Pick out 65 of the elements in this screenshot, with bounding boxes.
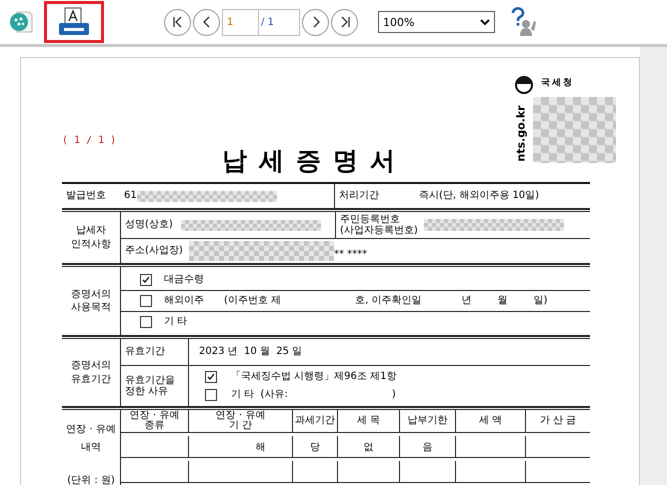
chevron-down-icon (480, 18, 490, 26)
section-label: 증명서의 (71, 360, 111, 372)
field-label: 유효기간을 (125, 374, 175, 386)
table-cell (293, 461, 338, 484)
zoom-select[interactable]: 100% (378, 11, 495, 33)
column-header: 과세기간 (293, 410, 338, 433)
section-label: 사용목적 (71, 302, 111, 314)
column-header: 납부기한 (400, 410, 456, 433)
page-field[interactable]: 1 / 1 (222, 8, 300, 36)
option-detail: 월 (497, 295, 508, 307)
table-cell: 해 (189, 436, 293, 458)
table-cell (338, 461, 400, 484)
section-label: 내역 (81, 442, 101, 453)
option-label: 대금수령 (164, 274, 205, 286)
option-detail: (이주번호 제 (224, 295, 282, 307)
document-app-icon[interactable] (8, 9, 34, 35)
field-label: 성명(상호) (125, 219, 173, 231)
column-header: 가 산 금 (526, 410, 590, 433)
reason-text: 「국세징수법 시행령」제96조 제1항 (231, 371, 396, 383)
field-label: 발급번호 (66, 190, 106, 202)
logo-organization: 국세청 (541, 77, 575, 89)
table-cell: 당 (293, 436, 338, 458)
column-header: 연장 · 유예 기 간 (189, 410, 293, 433)
last-page-button[interactable] (331, 8, 358, 36)
section-label: 증명서의 (71, 288, 111, 300)
scrollbar[interactable] (640, 47, 667, 485)
field-value: 2023 년 10 월 25 일 (199, 346, 302, 358)
option-detail: 호, 이주확인일 (355, 295, 422, 307)
section-label: 납세자 (76, 225, 106, 236)
first-icon (170, 15, 184, 29)
option-label: 기 타 (164, 316, 188, 328)
field-label: 정한 사유 (125, 386, 168, 398)
section-label: 연장 · 유예 (66, 424, 116, 436)
option-detail: 일) (533, 295, 548, 307)
column-header: 세 액 (456, 410, 526, 433)
field-label: (사업자등록번호) (340, 225, 418, 236)
column-header: 세 목 (338, 410, 400, 433)
field-label: 처리기간 (339, 190, 379, 202)
document-title: 납세증명서 (222, 145, 407, 177)
printer-icon (58, 7, 90, 37)
table-cell: 음 (400, 436, 456, 458)
table-cell (456, 436, 526, 458)
page-counter: ( 1 / 1 ) (62, 135, 116, 146)
field-value: 즉시(단, 해외이주용 10일) (419, 190, 540, 202)
table-cell: 없 (338, 436, 400, 458)
field-label: 주소(사업장) (125, 245, 183, 257)
option-label: 해외이주 (164, 295, 205, 307)
table-cell (400, 461, 456, 484)
help-icon[interactable] (509, 7, 539, 37)
section-label: 유효기간 (71, 374, 111, 385)
field-value: 61 (124, 190, 137, 202)
reason-text: 기 타 (사유: (231, 389, 288, 401)
field-value: ** **** (334, 249, 368, 261)
field-label: 유효기간 (125, 346, 165, 358)
unit-label: (단위 : 원) (67, 475, 115, 485)
first-page-button[interactable] (164, 8, 191, 36)
mascot-icon (515, 76, 533, 94)
section-label: 인적사항 (71, 238, 111, 250)
option-detail: 년 (461, 295, 472, 307)
field-label: 주민등록번호 (340, 214, 400, 225)
print-button[interactable] (44, 1, 104, 43)
logo-url: nts.go.kr (515, 104, 527, 164)
reason-text: ) (392, 389, 396, 401)
table-cell (456, 461, 526, 484)
column-header: 연장 · 유예 종류 (121, 410, 189, 433)
